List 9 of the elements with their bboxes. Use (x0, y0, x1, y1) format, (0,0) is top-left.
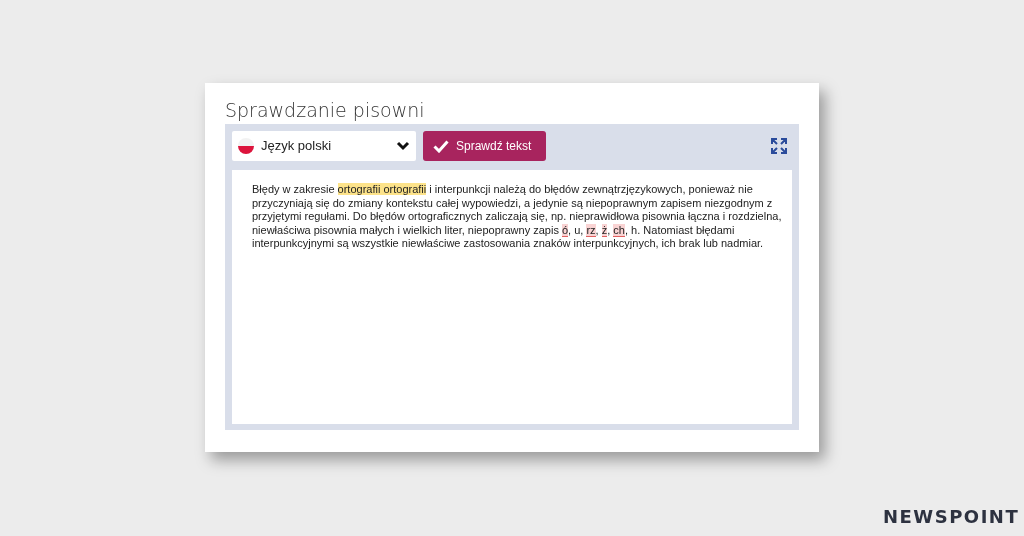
text-line: przyjętymi regułami. Do błędów ortograficznych zaliczają się, np. nieprawidłowa pisownia łączna i rozdzielna, (252, 210, 783, 224)
text-line: niewłaściwa pisownia małych i wielkich liter, niepoprawny zapis ó, u, rz, ż, ch, h. Natomiast błędami (252, 223, 736, 238)
check-text-button[interactable]: Sprawdź tekst (423, 131, 546, 161)
text-line: Błędy w zakresie ortografii ortografii i interpunkcji należą do błędów zewnątrzjęzykowych, ponieważ nie (252, 183, 754, 197)
language-select[interactable]: Język polski (232, 131, 416, 161)
text-line: przyczyniają się do zmiany kontekstu całej wypowiedzi, a jedynie są niepoprawnym zapisem niezgodnym z (252, 196, 774, 211)
card-title: Sprawdzanie pisowni (225, 98, 426, 123)
newspoint-logo: NEWSPOINT (883, 505, 1020, 529)
text-line: interpunkcyjnymi są wszystkie niewłaściwe zastosowania znaków interpunkcyjnych, ich brak lub nadmiar. (252, 237, 765, 251)
